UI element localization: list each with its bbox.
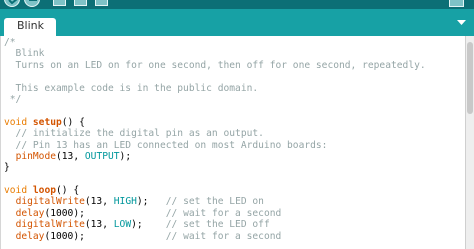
code-token: delay <box>15 230 45 242</box>
code-line: */ <box>4 94 426 105</box>
code-token: setup <box>32 116 62 128</box>
code-token: () { <box>61 116 85 128</box>
toolbar <box>0 0 474 9</box>
verify-button[interactable] <box>4 0 20 7</box>
tab-bar: Blink <box>0 9 474 36</box>
code-line: digitalWrite(13, LOW); // set the LED of… <box>4 219 426 230</box>
open-button[interactable] <box>74 0 87 6</box>
code-line: ​ <box>4 105 426 116</box>
tab-label: Blink <box>17 19 45 32</box>
code-token: // initialize the digital pin as an outp… <box>4 128 264 140</box>
code-token: (1000); <box>44 230 166 242</box>
tab-menu-icon[interactable] <box>455 16 468 29</box>
code-line: This example code is in the public domai… <box>4 83 426 94</box>
code-line: ​ <box>4 174 426 185</box>
code-token: HIGH <box>113 196 137 208</box>
code-token: (13, <box>56 150 85 162</box>
code-token: digitalWrite <box>15 196 85 208</box>
code-line: // initialize the digital pin as an outp… <box>4 128 426 139</box>
code-token: // set the LED on <box>165 196 264 208</box>
vertical-scrollbar[interactable] <box>465 36 474 249</box>
code-line: delay(1000); // wait for a second <box>4 208 426 219</box>
code-token: ); <box>136 196 166 208</box>
tab-blink[interactable]: Blink <box>4 18 56 36</box>
code-token: /* <box>4 37 16 48</box>
code-token: () { <box>56 185 80 197</box>
code-token: */ <box>4 93 22 105</box>
code-line: } <box>4 162 426 173</box>
serial-monitor-button[interactable] <box>449 0 464 7</box>
code-token: (13, <box>84 219 114 231</box>
code-line: pinMode(13, OUTPUT); <box>4 151 426 162</box>
code-token: } <box>4 162 10 174</box>
code-token: (13, <box>84 196 114 208</box>
code-line: Turns on an LED on for one second, then … <box>4 60 426 71</box>
code-line: // Pin 13 has an LED connected on most A… <box>4 140 426 151</box>
code-line: void loop() { <box>4 185 426 196</box>
new-button[interactable] <box>53 0 66 6</box>
code-token: pinMode <box>15 150 56 162</box>
code-token: void <box>4 185 28 197</box>
code-text[interactable]: /* Blink Turns on an LED on for one seco… <box>4 37 426 242</box>
code-token: ); <box>119 150 132 162</box>
code-token: Blink <box>4 48 45 60</box>
code-token: OUTPUT <box>84 150 120 162</box>
code-token: Turns on an LED on for one second, then … <box>4 59 426 71</box>
upload-button[interactable] <box>24 0 40 7</box>
code-token: delay <box>15 207 45 219</box>
scrollbar-thumb[interactable] <box>467 42 473 114</box>
code-token: (1000); <box>44 207 166 219</box>
verify-icon <box>8 0 18 5</box>
save-button[interactable] <box>95 0 108 6</box>
code-line: digitalWrite(13, HIGH); // set the LED o… <box>4 196 426 207</box>
code-token: ); <box>131 219 166 231</box>
code-line: void setup() { <box>4 117 426 128</box>
code-line: Blink <box>4 48 426 59</box>
code-token: // wait for a second <box>165 207 282 219</box>
code-token: LOW <box>113 219 132 231</box>
code-token: digitalWrite <box>15 219 85 231</box>
upload-icon <box>29 0 37 1</box>
code-line: /* <box>4 37 426 48</box>
code-token: // set the LED off <box>165 219 270 231</box>
code-token: loop <box>32 185 56 197</box>
code-line: delay(1000); // wait for a second <box>4 231 426 242</box>
code-line: ​ <box>4 71 426 82</box>
code-token: // Pin 13 has an LED connected on most A… <box>4 139 328 151</box>
code-token: void <box>4 116 28 128</box>
code-token: // wait for a second <box>165 230 282 242</box>
code-token: This example code is in the public domai… <box>4 82 259 94</box>
